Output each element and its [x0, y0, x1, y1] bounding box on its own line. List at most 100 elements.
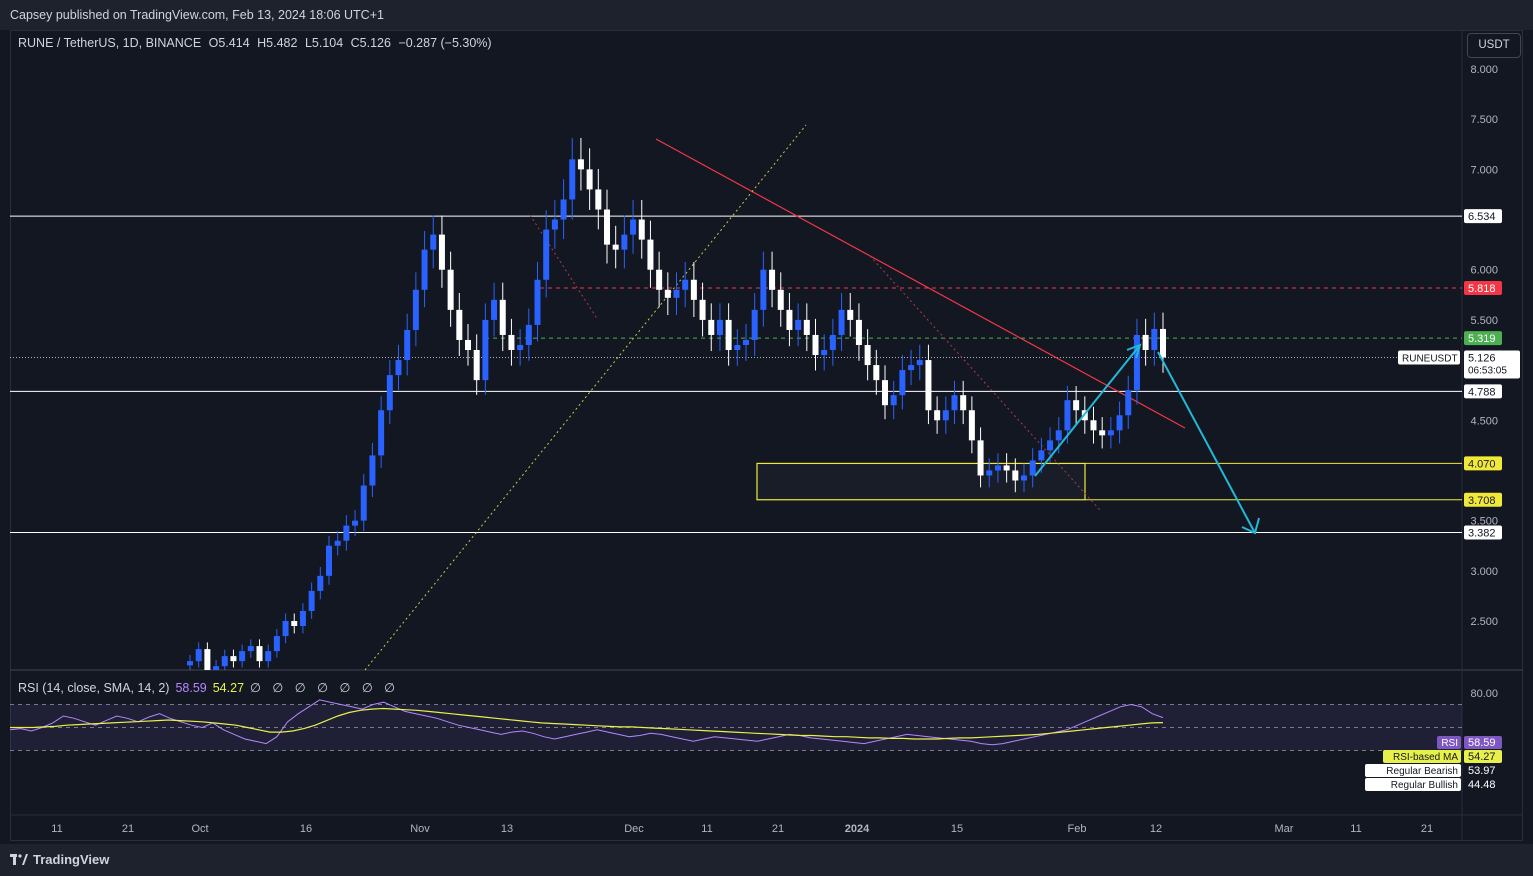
candle-body	[942, 410, 949, 421]
time-axis-label: 15	[951, 823, 963, 835]
time-axis-label: Feb	[1068, 823, 1087, 835]
candle-body	[908, 365, 915, 371]
price-scale-label: 5.500	[1470, 315, 1498, 327]
candle-body	[1125, 390, 1132, 416]
candle-body	[525, 324, 532, 345]
candle-body	[777, 289, 784, 310]
price-badge-value: 4.070	[1468, 458, 1496, 470]
candle-body	[265, 651, 272, 662]
symbol-legend: RUNE / TetherUS, 1D, BINANCE O5.414 H5.4…	[18, 36, 496, 50]
price-scale-label: 7.500	[1470, 114, 1498, 126]
candle-body	[708, 319, 715, 335]
price-scale-label: 4.500	[1470, 415, 1498, 427]
candle-body	[1160, 328, 1166, 358]
candle-body	[499, 299, 506, 335]
candle-body	[638, 219, 645, 240]
candle-body	[899, 370, 906, 396]
candle-body	[1038, 450, 1045, 461]
open-value: O5.414	[208, 36, 250, 50]
candle-body	[873, 365, 880, 381]
rsi-badge-label: Regular Bearish	[1386, 766, 1458, 777]
candle-body	[204, 649, 211, 670]
tradingview-logo[interactable]: TradingView	[10, 852, 109, 867]
candle-body	[213, 666, 220, 670]
candle-body	[743, 339, 749, 345]
downtrend-line	[655, 138, 1186, 429]
candle-body	[647, 239, 654, 270]
candle-body	[352, 520, 359, 526]
candle-body	[221, 656, 228, 667]
candle-body	[934, 410, 941, 421]
candle-body	[673, 289, 680, 298]
candle-body	[551, 219, 558, 230]
candle-body	[916, 360, 923, 366]
rsi-hidden-series-icons[interactable]: ∅ ∅ ∅ ∅ ∅ ∅ ∅	[250, 681, 399, 695]
rsi-label[interactable]: RSI (14, close, SMA, 14, 2)	[18, 681, 169, 695]
price-badge-value: 5.319	[1468, 333, 1496, 345]
bar-countdown: 06:53:05	[1468, 365, 1507, 376]
time-axis-label: Dec	[624, 823, 644, 835]
candle-body	[421, 249, 428, 290]
price-scale-label: 7.000	[1470, 164, 1498, 176]
currency-button[interactable]: USDT	[1467, 33, 1521, 58]
candle-body	[664, 289, 671, 298]
candle-body	[734, 345, 741, 351]
candle-body	[438, 234, 445, 270]
candle-body	[699, 299, 706, 320]
price-badge-value: 3.708	[1468, 495, 1496, 507]
time-axis-label: 16	[300, 823, 312, 835]
price-scale-label: 8.000	[1470, 64, 1498, 76]
current-price-value: 5.126	[1468, 352, 1496, 364]
candle-body	[404, 329, 411, 361]
candle-body	[690, 279, 697, 300]
candle-body	[994, 465, 1001, 471]
rsi-badge-value: 44.48	[1468, 779, 1496, 791]
change-value: −0.287 (−5.30%)	[398, 36, 492, 50]
candle-body	[786, 309, 793, 330]
candle-body	[612, 244, 619, 250]
candle-body	[882, 380, 888, 406]
price-badge-value: 4.788	[1468, 386, 1496, 398]
rsi-ma-value: 54.27	[212, 681, 245, 695]
price-scale-label: 6.000	[1470, 265, 1498, 277]
time-axis-label: 21	[1421, 823, 1433, 835]
rsi-badge-value: 53.97	[1468, 765, 1496, 777]
candle-body	[1090, 420, 1097, 431]
candle-body	[986, 470, 993, 476]
tradingview-logo-text: TradingView	[33, 852, 110, 867]
candle-body	[508, 334, 515, 351]
candle-body	[482, 319, 489, 381]
candle-body	[1055, 430, 1062, 441]
rsi-value: 58.59	[175, 681, 207, 695]
symbol-label[interactable]: RUNE / TetherUS, 1D, BINANCE	[18, 36, 201, 50]
candle-body	[560, 199, 567, 220]
candle-body	[1012, 470, 1019, 481]
candle-body	[838, 309, 845, 335]
candle-body	[812, 334, 819, 356]
candle-body	[395, 360, 402, 376]
candle-body	[769, 269, 776, 290]
support-zone-box	[756, 462, 1086, 501]
candle-body	[977, 440, 984, 476]
candle-body	[795, 319, 802, 330]
candle-body	[343, 525, 350, 541]
candle-body	[473, 350, 480, 381]
bearish-projection-arrow	[1157, 351, 1256, 534]
chart-canvas[interactable]: 8.0007.5007.0006.0005.5004.5003.5003.000…	[0, 0, 1533, 876]
price-badge-value: 6.534	[1468, 211, 1496, 223]
candle-body	[1151, 328, 1158, 351]
time-axis-label: Mar	[1275, 823, 1294, 835]
candle-body	[760, 269, 767, 310]
candle-body	[308, 590, 315, 611]
candle-body	[317, 575, 324, 591]
candle-body	[604, 209, 610, 245]
candle-body	[299, 610, 306, 627]
rsi-legend: RSI (14, close, SMA, 14, 2) 58.59 54.27 ∅ ∅…	[18, 680, 399, 695]
uptrend-dotted-line	[364, 124, 807, 671]
rsi-badge-label: RSI-based MA	[1393, 752, 1458, 763]
rsi-scale-label: 80.00	[1470, 688, 1498, 700]
candle-body	[829, 334, 836, 351]
candle-body	[725, 319, 732, 351]
time-axis-label: 13	[501, 823, 513, 835]
candle-body	[864, 345, 871, 366]
